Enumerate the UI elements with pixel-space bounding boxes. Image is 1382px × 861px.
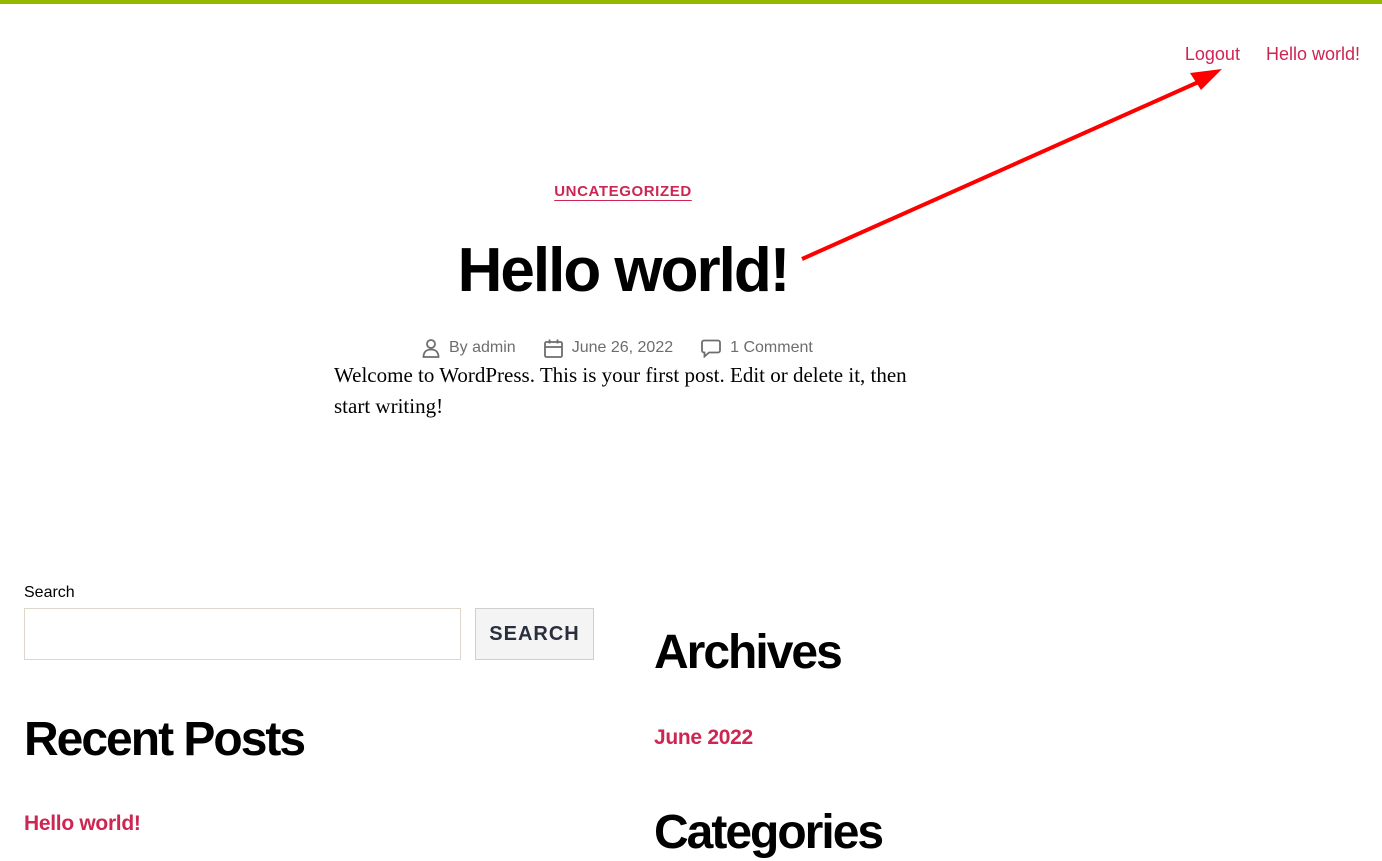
comments-link[interactable]: 1 Comment: [730, 339, 813, 357]
author-link[interactable]: admin: [472, 339, 516, 357]
recent-post-link[interactable]: Hello world!: [24, 812, 141, 836]
annotation-arrow-head: [1190, 69, 1222, 90]
search-button[interactable]: SEARCH: [475, 608, 594, 660]
header-nav: Logout Hello world!: [1185, 43, 1360, 65]
post-author: By admin: [422, 338, 516, 358]
search-input[interactable]: [24, 608, 461, 660]
recent-posts-heading: Recent Posts: [24, 713, 306, 766]
search-label: Search: [24, 584, 75, 601]
post-category: UNCATEGORIZED: [0, 183, 1246, 200]
post-content: Welcome to WordPress. This is your first…: [334, 363, 907, 418]
archive-link-june-2022[interactable]: June 2022: [654, 726, 753, 750]
person-icon: [422, 339, 440, 358]
post-date: June 26, 2022: [543, 339, 673, 358]
post-meta: By admin June 26, 2022 1 Comment: [422, 338, 841, 358]
post-comments: 1 Comment: [701, 339, 813, 358]
nav-link-hello-world[interactable]: Hello world!: [1266, 43, 1360, 65]
nav-link-logout[interactable]: Logout: [1185, 43, 1240, 65]
top-accent-bar: [0, 0, 1382, 4]
comment-bubble-icon: [701, 339, 722, 358]
post-title: Hello world!: [457, 236, 791, 305]
date-link[interactable]: June 26, 2022: [572, 339, 673, 357]
calendar-icon: [543, 339, 563, 358]
annotation-arrow-line: [801, 78, 1204, 261]
category-link[interactable]: UNCATEGORIZED: [554, 183, 692, 200]
author-prefix: By: [449, 339, 468, 356]
categories-heading: Categories: [654, 806, 884, 859]
archives-heading: Archives: [654, 626, 843, 679]
